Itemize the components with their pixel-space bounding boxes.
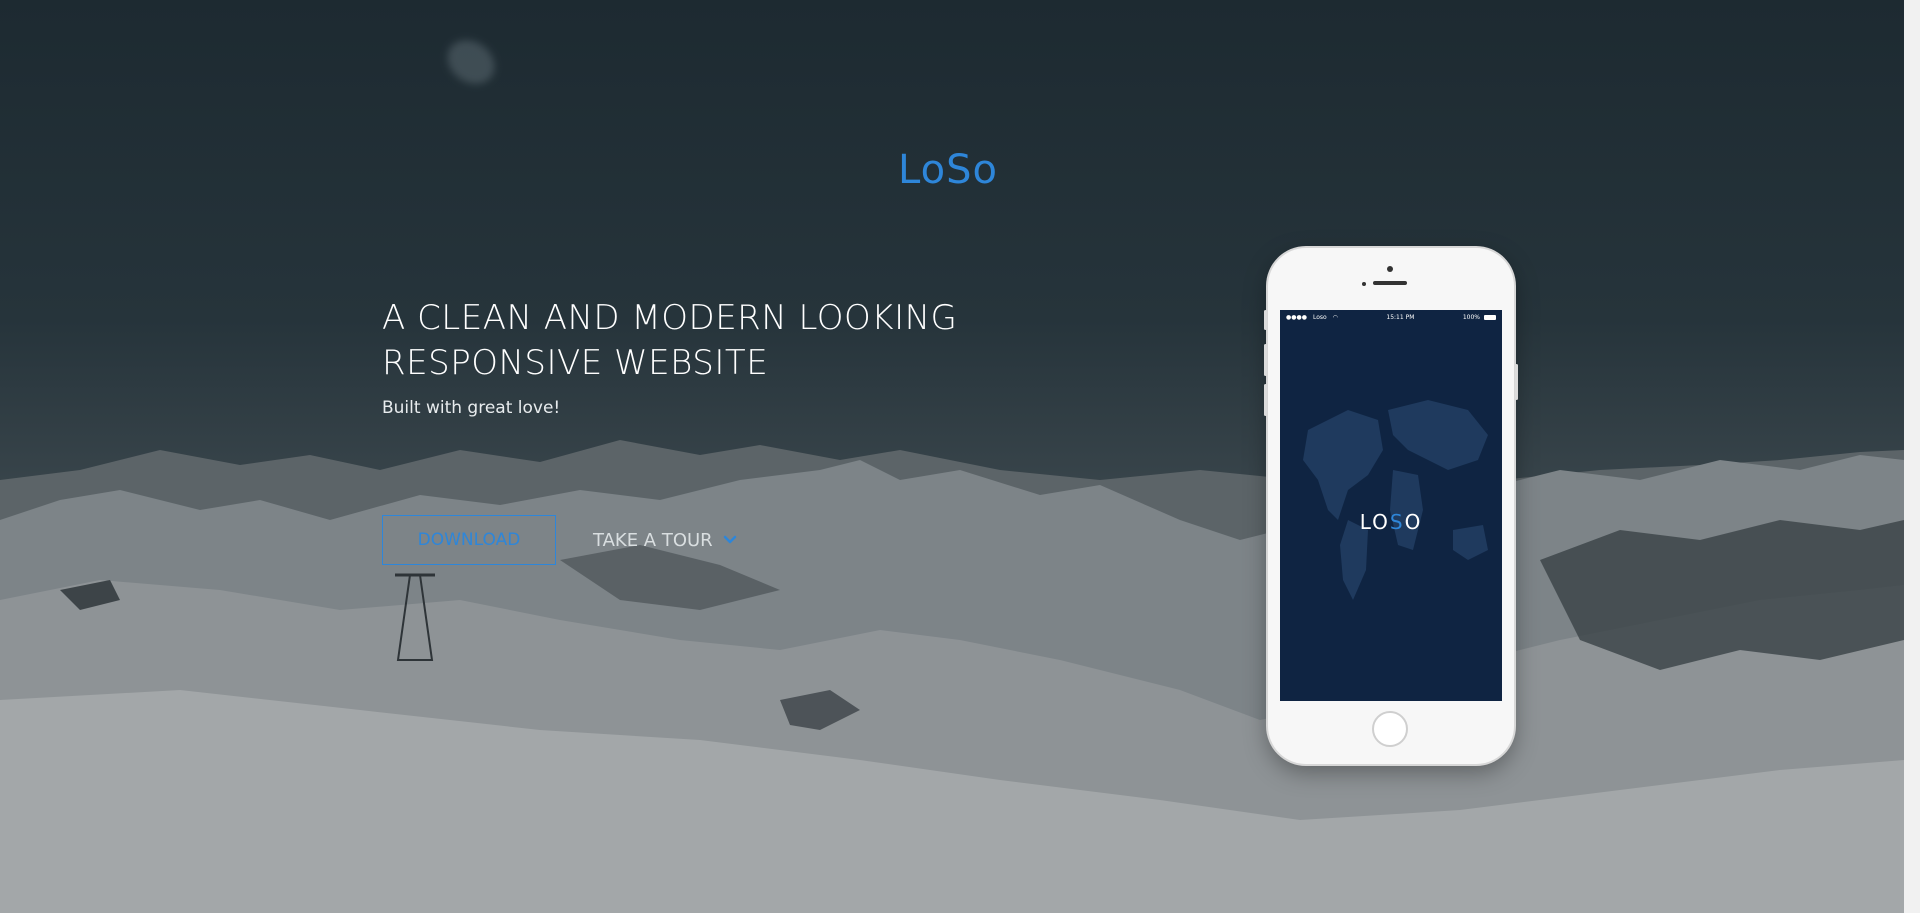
headline-line-1: A CLEAN AND MODERN LOOKING bbox=[382, 298, 958, 338]
brand-logo[interactable]: LoSo bbox=[898, 145, 998, 195]
phone-home-button bbox=[1372, 711, 1408, 747]
hero-section: LoSo A CLEAN AND MODERN LOOKING RESPONSI… bbox=[0, 0, 1904, 913]
phone-camera bbox=[1387, 266, 1393, 272]
world-map-graphic bbox=[1303, 400, 1488, 600]
signal-icon: ●●●● bbox=[1286, 313, 1307, 321]
screen-logo-accent: S bbox=[1389, 510, 1405, 534]
take-a-tour-label: TAKE A TOUR bbox=[593, 529, 713, 551]
status-carrier: Loso bbox=[1312, 313, 1327, 321]
hero-headline: A CLEAN AND MODERN LOOKING RESPONSIVE WE… bbox=[382, 296, 1022, 386]
status-battery: 100% bbox=[1462, 313, 1480, 321]
mountain-background bbox=[0, 440, 1904, 913]
page-scrollbar[interactable] bbox=[1904, 0, 1920, 913]
phone-volume-up bbox=[1264, 344, 1267, 376]
screen-logo: LOSO bbox=[1280, 510, 1502, 534]
phone-sensor bbox=[1362, 282, 1366, 286]
phone-side-button bbox=[1264, 310, 1267, 330]
phone-screen: ●●●● Loso ◠ 15:11 PM 100% LOSO bbox=[1280, 310, 1502, 701]
wifi-icon: ◠ bbox=[1332, 313, 1338, 321]
battery-icon bbox=[1483, 314, 1496, 320]
screen-logo-left: LO bbox=[1359, 510, 1390, 534]
status-time: 15:11 PM bbox=[1386, 313, 1415, 321]
phone-power-button bbox=[1515, 364, 1518, 400]
phone-volume-down bbox=[1264, 384, 1267, 416]
phone-status-bar: ●●●● Loso ◠ 15:11 PM 100% bbox=[1280, 310, 1502, 324]
phone-speaker bbox=[1373, 281, 1407, 285]
take-a-tour-button[interactable]: TAKE A TOUR bbox=[593, 515, 737, 565]
screen-logo-right: O bbox=[1404, 510, 1423, 534]
chevron-down-icon bbox=[723, 535, 736, 544]
headline-line-2: RESPONSIVE WEBSITE bbox=[382, 343, 769, 383]
phone-mockup: ●●●● Loso ◠ 15:11 PM 100% LOSO bbox=[1264, 248, 1518, 764]
download-button[interactable]: DOWNLOAD bbox=[382, 515, 556, 565]
hero-subheadline: Built with great love! bbox=[382, 398, 561, 418]
